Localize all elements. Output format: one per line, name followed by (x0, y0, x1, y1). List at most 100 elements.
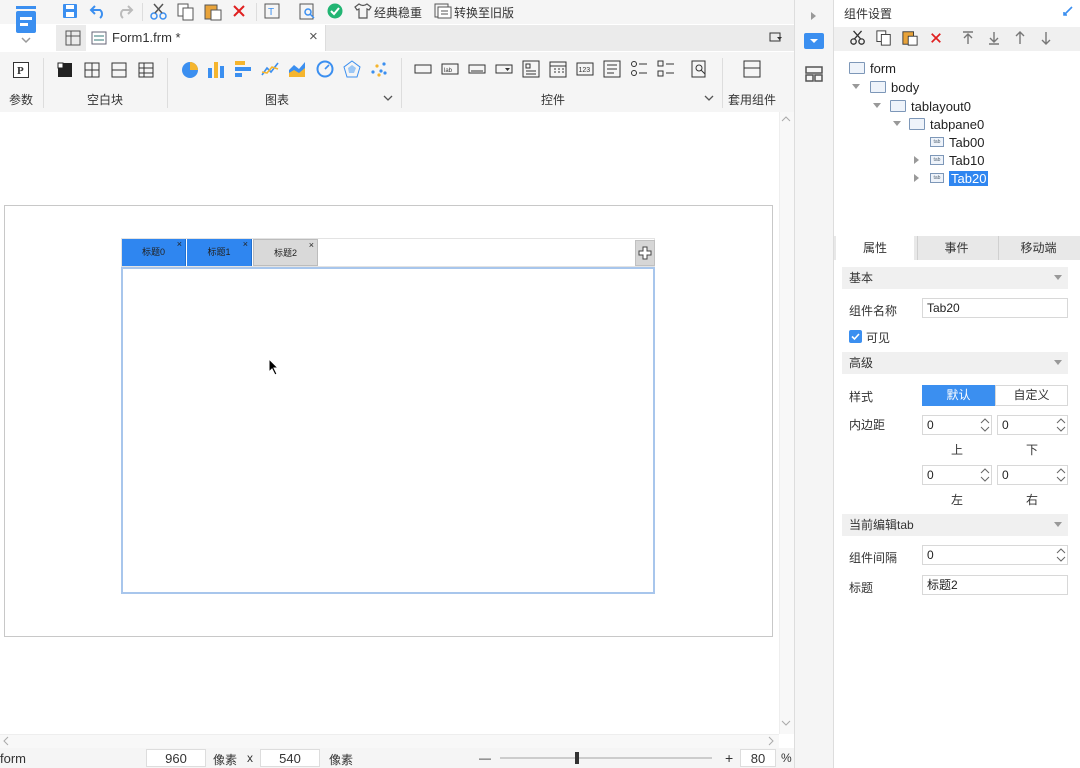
dropdown-control-icon[interactable] (495, 62, 513, 76)
chart-expand-chevron-icon[interactable] (383, 94, 393, 102)
section-current-tab[interactable]: 当前编辑tab (842, 514, 1068, 536)
move-bottom-icon[interactable] (988, 31, 1000, 45)
doc-tab-close-icon[interactable]: × (309, 28, 318, 45)
tab-close-icon[interactable]: × (243, 231, 248, 258)
scroll-down-icon[interactable] (781, 719, 791, 727)
tab-close-icon[interactable]: × (177, 231, 182, 258)
horizontal-bar-icon[interactable] (234, 60, 252, 78)
scatter-chart-icon[interactable] (370, 60, 388, 78)
text-format-icon[interactable]: T (264, 3, 282, 21)
component-gap-stepper[interactable] (1055, 545, 1067, 565)
tree-item-body[interactable]: body (870, 78, 919, 96)
move-top-icon[interactable] (962, 31, 974, 45)
app-logo-icon[interactable] (14, 6, 38, 44)
tab-close-icon[interactable]: × (309, 232, 314, 259)
tree-item-tab00[interactable]: tab Tab00 (930, 133, 984, 151)
component-name-input[interactable]: Tab20 (922, 298, 1068, 318)
style-default-button[interactable]: 默认 (922, 385, 995, 406)
section-advanced[interactable]: 高级 (842, 352, 1068, 374)
padding-right-stepper[interactable] (1055, 465, 1067, 485)
style-custom-button[interactable]: 自定义 (995, 385, 1068, 406)
padding-bottom-stepper[interactable] (1055, 415, 1067, 435)
control-expand-chevron-icon[interactable] (704, 94, 714, 102)
date-control-icon[interactable] (549, 60, 567, 78)
number-control-icon[interactable]: 123 (576, 60, 594, 78)
tree-item-tablayout0[interactable]: tablayout0 (890, 97, 971, 115)
parameter-icon[interactable]: P (13, 62, 29, 78)
button-control-icon[interactable] (414, 62, 432, 76)
expand-chevron-icon[interactable] (873, 103, 881, 109)
tab-content-pane[interactable] (121, 267, 655, 594)
scroll-left-icon[interactable] (2, 736, 10, 746)
move-down-icon[interactable] (1040, 31, 1052, 45)
pin-panel-icon[interactable] (1062, 5, 1074, 17)
textarea-control-icon[interactable] (603, 60, 621, 78)
tree-item-tab20[interactable]: tab Tab20 (930, 169, 989, 187)
area-chart-icon[interactable] (288, 60, 306, 78)
vertical-scrollbar[interactable] (779, 112, 794, 734)
text-input-control-icon[interactable] (468, 62, 486, 76)
delete-icon[interactable] (232, 4, 246, 18)
template-component-icon[interactable] (743, 60, 761, 78)
convert-legacy-button[interactable]: 转换至旧版 (454, 4, 514, 21)
split-vertical-icon[interactable] (111, 62, 127, 78)
tab-events[interactable]: 事件 (917, 236, 995, 260)
component-gap-input[interactable]: 0 (922, 545, 1068, 565)
convert-icon[interactable] (434, 3, 452, 19)
tab-menu-icon[interactable] (769, 31, 783, 43)
cut-icon[interactable] (150, 3, 168, 21)
line-chart-icon[interactable] (261, 60, 279, 78)
component-settings-icon[interactable] (804, 33, 824, 49)
bar-chart-icon[interactable] (207, 60, 225, 78)
blank-block-icon[interactable] (57, 62, 73, 78)
tree-item-form[interactable]: form (849, 59, 896, 77)
widget-library-icon[interactable] (805, 66, 823, 82)
horizontal-scrollbar[interactable] (0, 734, 779, 748)
expand-right-chevron-icon[interactable] (914, 156, 920, 164)
padding-left-stepper[interactable] (979, 465, 991, 485)
panel-cut-icon[interactable] (850, 30, 866, 46)
zoom-out-button[interactable]: — (479, 751, 491, 765)
move-up-icon[interactable] (1014, 31, 1026, 45)
tree-item-tab10[interactable]: tab Tab10 (930, 151, 984, 169)
zoom-slider-handle[interactable] (575, 752, 579, 764)
checkbox-group-control-icon[interactable] (657, 60, 675, 78)
pie-chart-icon[interactable] (181, 61, 199, 79)
shirt-icon[interactable] (354, 3, 372, 19)
copy-icon[interactable] (177, 3, 195, 21)
undo-icon[interactable] (89, 3, 107, 19)
paste-icon[interactable] (204, 3, 222, 21)
gauge-chart-icon[interactable] (316, 60, 334, 78)
tab-properties[interactable]: 属性 (836, 236, 914, 260)
panel-copy-icon[interactable] (876, 30, 892, 46)
scroll-up-icon[interactable] (781, 115, 791, 123)
zoom-slider-track[interactable] (500, 757, 712, 759)
tab-title-input[interactable]: 标题2 (922, 575, 1068, 595)
tree-item-tabpane0[interactable]: tabpane0 (909, 115, 984, 133)
multi-select-control-icon[interactable] (522, 60, 540, 78)
visible-checkbox[interactable] (849, 330, 862, 343)
scroll-right-icon[interactable] (767, 736, 775, 746)
radar-chart-icon[interactable] (343, 60, 361, 78)
tab-mobile[interactable]: 移动端 (998, 236, 1078, 260)
panel-delete-icon[interactable] (930, 32, 942, 44)
zoom-in-button[interactable]: + (725, 750, 733, 766)
redo-icon[interactable] (116, 3, 134, 19)
layout-grid-icon[interactable] (65, 30, 81, 46)
grid-block-icon[interactable] (138, 62, 154, 78)
radio-group-control-icon[interactable] (630, 60, 648, 78)
expand-right-chevron-icon[interactable] (914, 174, 920, 182)
add-tab-icon[interactable] (638, 246, 652, 260)
tab-header-1[interactable]: 标题1 × (187, 239, 252, 266)
expand-chevron-icon[interactable] (893, 121, 901, 127)
search-control-icon[interactable] (691, 60, 709, 78)
panel-paste-icon[interactable] (902, 30, 918, 46)
expand-chevron-icon[interactable] (852, 84, 860, 90)
padding-top-stepper[interactable] (979, 415, 991, 435)
collapse-panel-icon[interactable] (810, 11, 818, 21)
label-control-icon[interactable]: lab (441, 62, 459, 76)
preview-icon[interactable] (299, 3, 317, 21)
tab-header-2[interactable]: 标题2 × (253, 239, 318, 266)
tab-header-0[interactable]: 标题0 × (122, 239, 186, 266)
split-horizontal-icon[interactable] (84, 62, 100, 78)
